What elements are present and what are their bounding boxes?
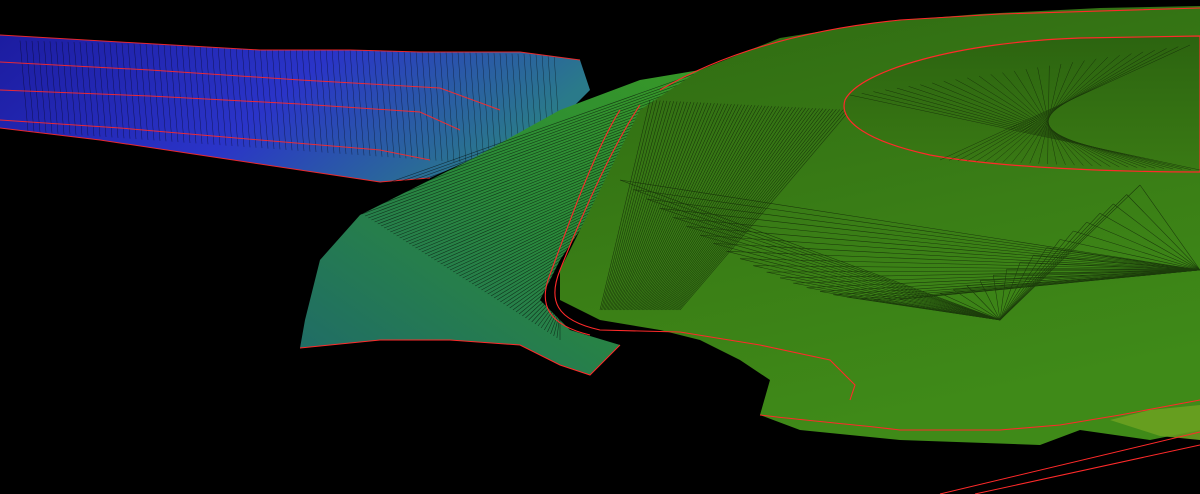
green-terrain-surface[interactable] (544, 6, 1200, 445)
tin-3d-viewport[interactable] (0, 0, 1200, 494)
tin-surface-render (0, 6, 1200, 494)
